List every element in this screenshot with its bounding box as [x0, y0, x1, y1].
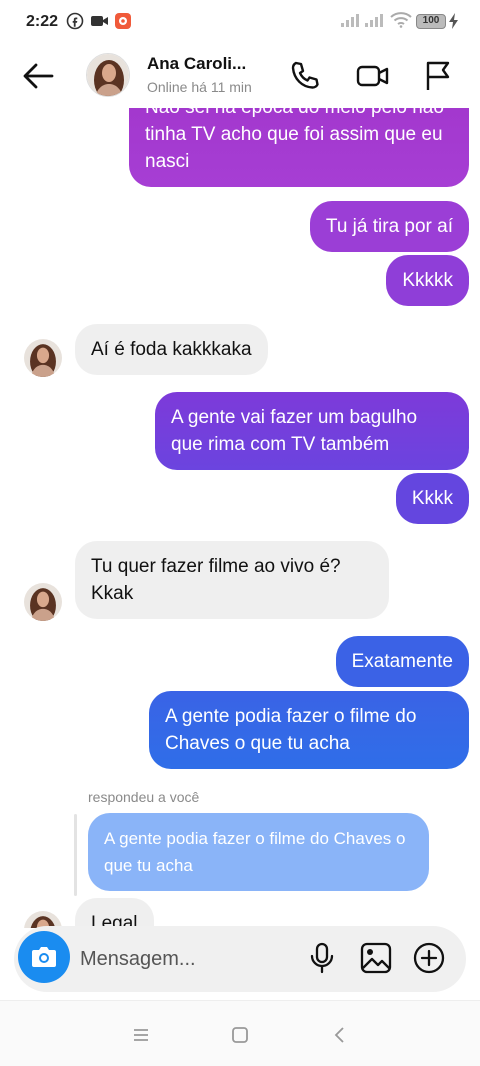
system-navigation-bar — [0, 1000, 480, 1066]
video-notification-icon — [91, 16, 108, 26]
message-composer — [14, 926, 466, 992]
image-icon[interactable] — [359, 941, 393, 975]
message-bubble-outgoing[interactable]: Não sei na época do meio pelo não tinha … — [129, 108, 469, 187]
wifi-icon — [390, 12, 412, 28]
phone-icon[interactable] — [287, 58, 323, 94]
message-bubble-incoming[interactable]: Tu quer fazer filme ao vivo é? Kkak — [75, 541, 389, 619]
camera-button[interactable] — [18, 931, 70, 983]
contact-avatar[interactable] — [86, 53, 130, 97]
menu-icon[interactable] — [129, 1023, 153, 1047]
message-bubble-incoming[interactable]: Legal — [75, 898, 154, 928]
message-bubble-outgoing[interactable]: Exatamente — [335, 636, 469, 687]
message-text: A gente vai fazer um bagulho que rima co… — [171, 407, 418, 455]
home-icon[interactable] — [228, 1023, 252, 1047]
arrow-left-icon[interactable] — [18, 58, 58, 94]
status-time: 2:22 — [26, 13, 59, 30]
message-bubble-outgoing[interactable]: A gente vai fazer um bagulho que rima co… — [155, 392, 469, 470]
chat-header: Ana Caroli... Online há 11 min — [0, 44, 480, 108]
message-input[interactable] — [80, 944, 280, 974]
reply-context-label: respondeu a você — [88, 789, 200, 805]
quoted-message-text: A gente podia fazer o filme do Chaves o … — [104, 829, 406, 875]
message-list[interactable]: Não sei na época do meio pelo não tinha … — [0, 108, 480, 928]
contact-name[interactable]: Ana Caroli... — [147, 54, 246, 74]
microphone-icon[interactable] — [305, 941, 339, 975]
facebook-icon — [66, 12, 84, 30]
message-bubble-outgoing[interactable]: Kkkk — [395, 473, 469, 524]
quoted-message[interactable]: A gente podia fazer o filme do Chaves o … — [88, 813, 429, 891]
message-text: Tu quer fazer filme ao vivo é? Kkak — [91, 556, 341, 604]
message-text: Aí é foda kakkkaka — [91, 339, 252, 360]
signal-icon-2 — [365, 14, 383, 27]
contact-status: Online há 11 min — [147, 79, 252, 95]
video-camera-icon[interactable] — [355, 58, 391, 94]
record-app-icon — [115, 13, 131, 29]
status-bar: 2:22 100 — [0, 0, 480, 44]
flag-icon[interactable] — [420, 58, 456, 94]
contact-avatar-small[interactable] — [24, 339, 62, 377]
message-text: Kkkk — [411, 488, 453, 509]
message-text: Exatamente — [351, 651, 453, 672]
reply-quote-bar — [74, 814, 77, 896]
charging-icon — [449, 13, 458, 29]
back-nav-icon[interactable] — [328, 1023, 352, 1047]
message-bubble-outgoing[interactable]: Tu já tira por aí — [309, 201, 469, 252]
message-text: A gente podia fazer o filme do Chaves o … — [165, 706, 417, 754]
battery-indicator: 100 — [416, 14, 446, 29]
message-text: Tu já tira por aí — [325, 216, 453, 237]
camera-icon — [32, 947, 56, 967]
message-text: Kkkkk — [402, 270, 453, 291]
message-text: Não sei na época do meio pelo não tinha … — [145, 108, 444, 172]
message-bubble-outgoing[interactable]: Kkkkk — [386, 255, 469, 306]
message-bubble-outgoing[interactable]: A gente podia fazer o filme do Chaves o … — [149, 691, 469, 769]
contact-avatar-small[interactable] — [24, 583, 62, 621]
plus-circle-icon[interactable] — [412, 941, 446, 975]
signal-icon — [341, 14, 359, 27]
message-bubble-incoming[interactable]: Aí é foda kakkkaka — [75, 324, 268, 375]
